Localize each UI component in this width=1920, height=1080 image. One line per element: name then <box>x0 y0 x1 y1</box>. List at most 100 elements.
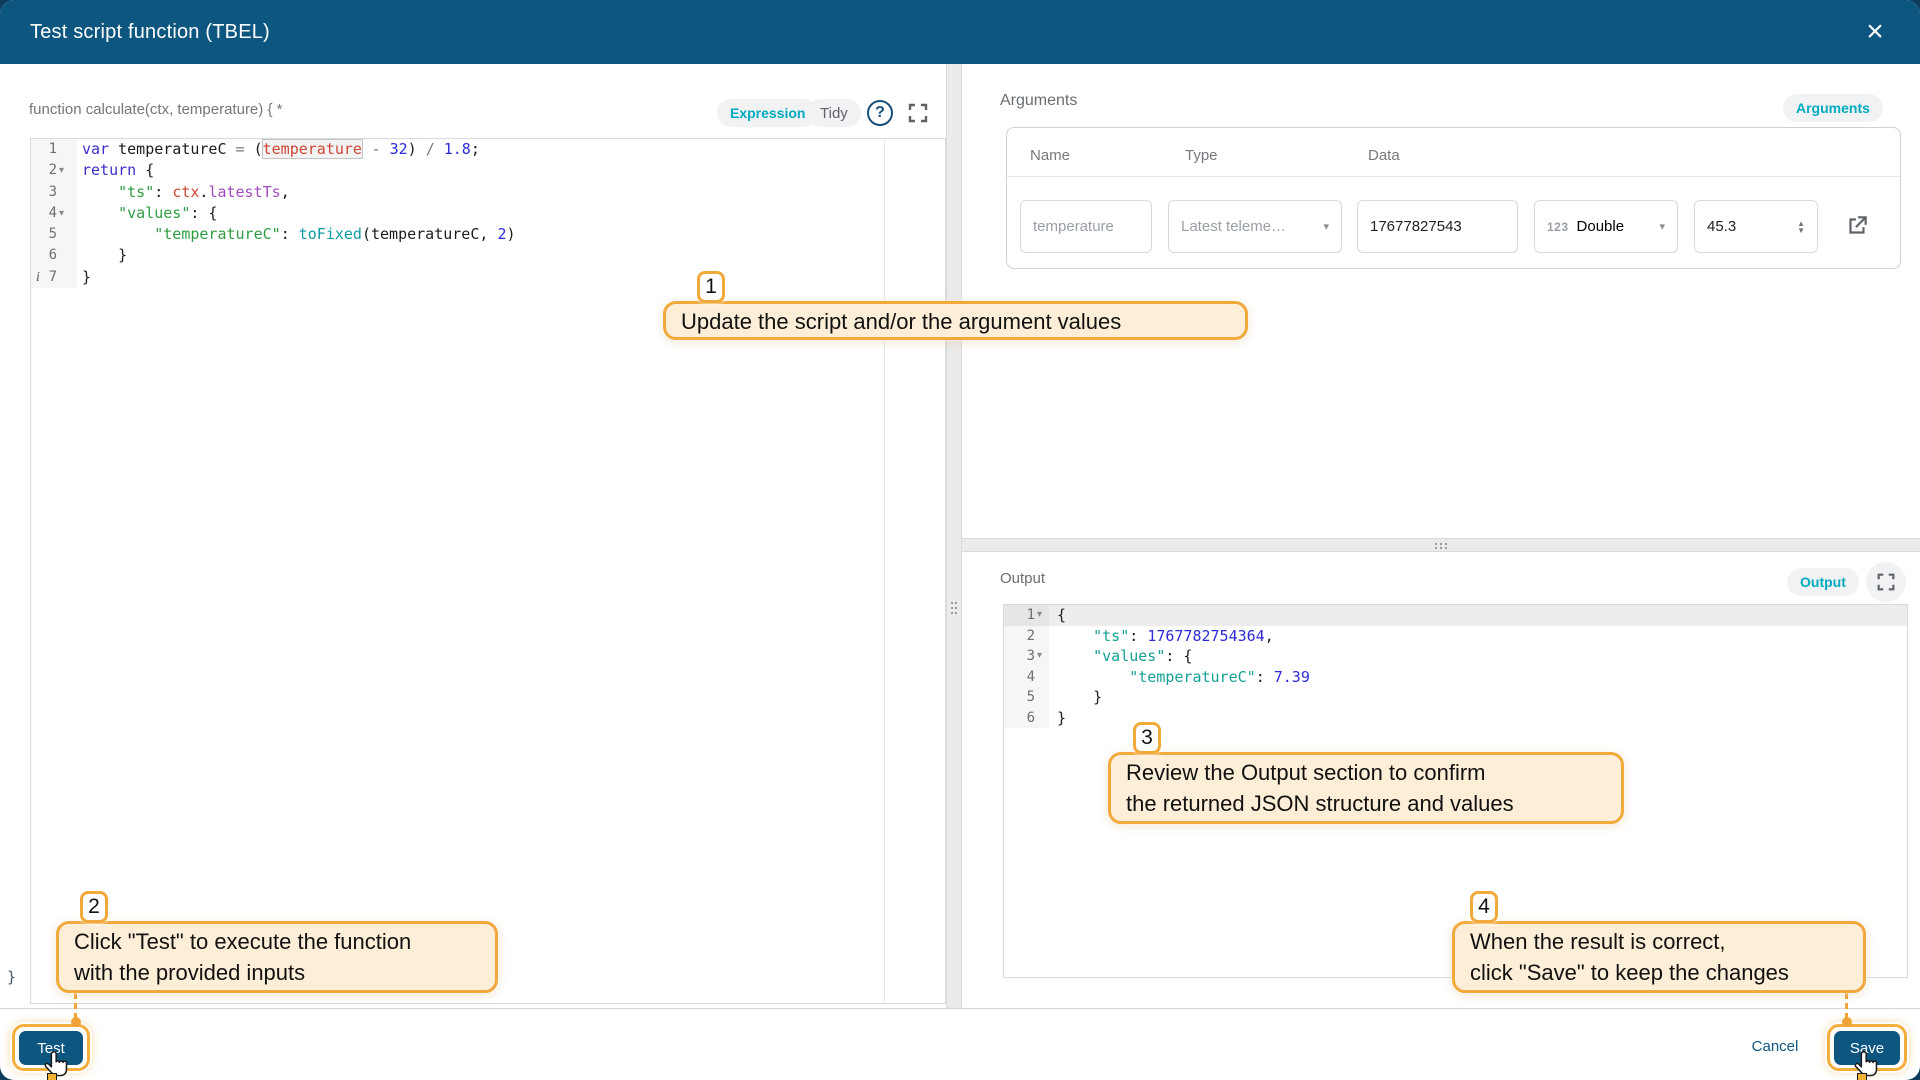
function-signature-label: function calculate(ctx, temperature) { * <box>29 101 282 118</box>
arguments-title: Arguments <box>1000 92 1077 110</box>
code-text: "values": { <box>1049 646 1192 667</box>
line-number: 1▾ <box>1004 605 1049 626</box>
code-text: "ts": 1767782754364, <box>1049 626 1274 647</box>
callout-1-number: 1 <box>697 271 725 303</box>
click-indicator-icon <box>1857 1073 1867 1080</box>
line-number: 2▾ <box>31 160 77 181</box>
callout-4: When the result is correct, click "Save"… <box>1452 921 1866 993</box>
script-code: 1var temperatureC = (temperature - 32) /… <box>31 139 945 288</box>
number-stepper[interactable]: ▲▼ <box>1797 220 1805 234</box>
code-text: } <box>77 245 127 266</box>
callout-3-text-line1: Review the Output section to confirm <box>1126 757 1606 788</box>
code-text: var temperatureC = (temperature - 32) / … <box>77 139 480 160</box>
function-closing-brace: } <box>7 968 16 986</box>
tidy-button[interactable]: Tidy <box>807 99 861 127</box>
output-title: Output <box>1000 570 1045 587</box>
line-number: 4 <box>1004 667 1049 688</box>
callout-3-number: 3 <box>1133 722 1161 754</box>
output-badge: Output <box>1787 568 1859 596</box>
argument-name-value: temperature <box>1033 218 1114 235</box>
callout-2-leader-line <box>74 993 77 1019</box>
click-indicator-icon <box>47 1073 57 1080</box>
help-icon[interactable]: ? <box>867 100 893 126</box>
code-text: "values": { <box>77 203 217 224</box>
argument-value-input[interactable] <box>1707 218 1777 235</box>
column-header-type: Type <box>1185 147 1218 164</box>
code-text: } <box>77 267 91 288</box>
script-code-editor[interactable]: 1var temperatureC = (temperature - 32) /… <box>30 138 946 1004</box>
fold-arrow-icon[interactable]: ▾ <box>1037 605 1042 626</box>
screen: Test script function (TBEL) × function c… <box>0 0 1920 1080</box>
chevron-down-icon: ▾ <box>1323 220 1329 233</box>
code-text: return { <box>77 160 154 181</box>
close-icon[interactable]: × <box>1856 14 1894 52</box>
line-number: 6 <box>1004 708 1049 729</box>
callout-2: Click "Test" to execute the function wit… <box>56 921 498 993</box>
fullscreen-icon[interactable] <box>906 101 930 125</box>
argument-timestamp-input[interactable] <box>1370 218 1505 235</box>
callout-2-text-line2: with the provided inputs <box>74 957 480 988</box>
line-number: 5 <box>1004 687 1049 708</box>
code-text: } <box>1049 708 1066 729</box>
code-line: i7} <box>31 267 945 288</box>
argument-value-field[interactable]: ▲▼ <box>1694 200 1818 253</box>
info-marker-icon: i <box>36 267 40 288</box>
code-line: 2▾return { <box>31 160 945 181</box>
callout-4-leader-line <box>1845 993 1848 1019</box>
callout-1: Update the script and/or the argument va… <box>663 301 1248 340</box>
line-number: 3▾ <box>1004 646 1049 667</box>
line-number: 5 <box>31 224 77 245</box>
code-line: 5 "temperatureC": toFixed(temperatureC, … <box>31 224 945 245</box>
code-text: } <box>1049 687 1102 708</box>
footer-divider <box>0 1008 1920 1009</box>
callout-2-number: 2 <box>80 891 108 923</box>
cancel-button[interactable]: Cancel <box>1735 1038 1815 1055</box>
code-line: 2 "ts": 1767782754364, <box>1004 626 1907 647</box>
code-line: 5 } <box>1004 687 1907 708</box>
callout-4-number: 4 <box>1470 891 1498 923</box>
argument-value-type-select[interactable]: 123 Double ▾ <box>1534 200 1678 253</box>
line-number: 1 <box>31 139 77 160</box>
argument-type-select[interactable]: Latest teleme… ▾ <box>1168 200 1342 253</box>
line-number: 4▾ <box>31 203 77 224</box>
fold-arrow-icon[interactable]: ▾ <box>59 160 64 181</box>
output-fullscreen-icon[interactable] <box>1866 562 1906 602</box>
code-text: "temperatureC": toFixed(temperatureC, 2) <box>77 224 516 245</box>
line-number: 6 <box>31 245 77 266</box>
expression-badge: Expression <box>717 99 818 127</box>
splitter-grip-icon <box>1435 543 1437 545</box>
callout-2-text-line1: Click "Test" to execute the function <box>74 926 480 957</box>
chevron-down-icon: ▾ <box>1659 220 1665 233</box>
line-number: 3 <box>31 182 77 203</box>
callout-4-text-line1: When the result is correct, <box>1470 926 1848 957</box>
code-text: "ts": ctx.latestTs, <box>77 182 290 203</box>
callout-4-text-line2: click "Save" to keep the changes <box>1470 957 1848 988</box>
fold-arrow-icon[interactable]: ▾ <box>59 203 64 224</box>
test-script-dialog: Test script function (TBEL) × function c… <box>0 0 1920 1080</box>
column-header-data: Data <box>1368 147 1400 164</box>
horizontal-splitter[interactable] <box>962 538 1920 552</box>
table-header-divider <box>1007 176 1900 177</box>
splitter-grip-icon <box>951 602 953 604</box>
callout-1-text: Update the script and/or the argument va… <box>681 306 1230 337</box>
arguments-badge: Arguments <box>1783 94 1883 122</box>
callout-3-text-line2: the returned JSON structure and values <box>1126 788 1606 819</box>
fold-arrow-icon[interactable]: ▾ <box>1037 646 1042 667</box>
open-in-new-icon[interactable] <box>1844 213 1870 239</box>
code-line: 4 "temperatureC": 7.39 <box>1004 667 1907 688</box>
code-line: 1var temperatureC = (temperature - 32) /… <box>31 139 945 160</box>
code-line: 6 } <box>31 245 945 266</box>
vertical-splitter[interactable] <box>946 64 962 1008</box>
code-line: 1▾{ <box>1004 605 1907 626</box>
code-line: 3▾ "values": { <box>1004 646 1907 667</box>
line-number: i7 <box>31 267 77 288</box>
code-text: "temperatureC": 7.39 <box>1049 667 1310 688</box>
argument-timestamp-field[interactable] <box>1357 200 1518 253</box>
callout-2-leader-dot <box>71 1017 81 1027</box>
numeric-type-icon: 123 <box>1547 220 1569 234</box>
dialog-header: Test script function (TBEL) <box>0 0 1920 64</box>
argument-type-value: Latest teleme… <box>1181 218 1286 235</box>
code-text: { <box>1049 605 1066 626</box>
argument-name-field[interactable]: temperature <box>1020 200 1152 253</box>
code-line: 4▾ "values": { <box>31 203 945 224</box>
